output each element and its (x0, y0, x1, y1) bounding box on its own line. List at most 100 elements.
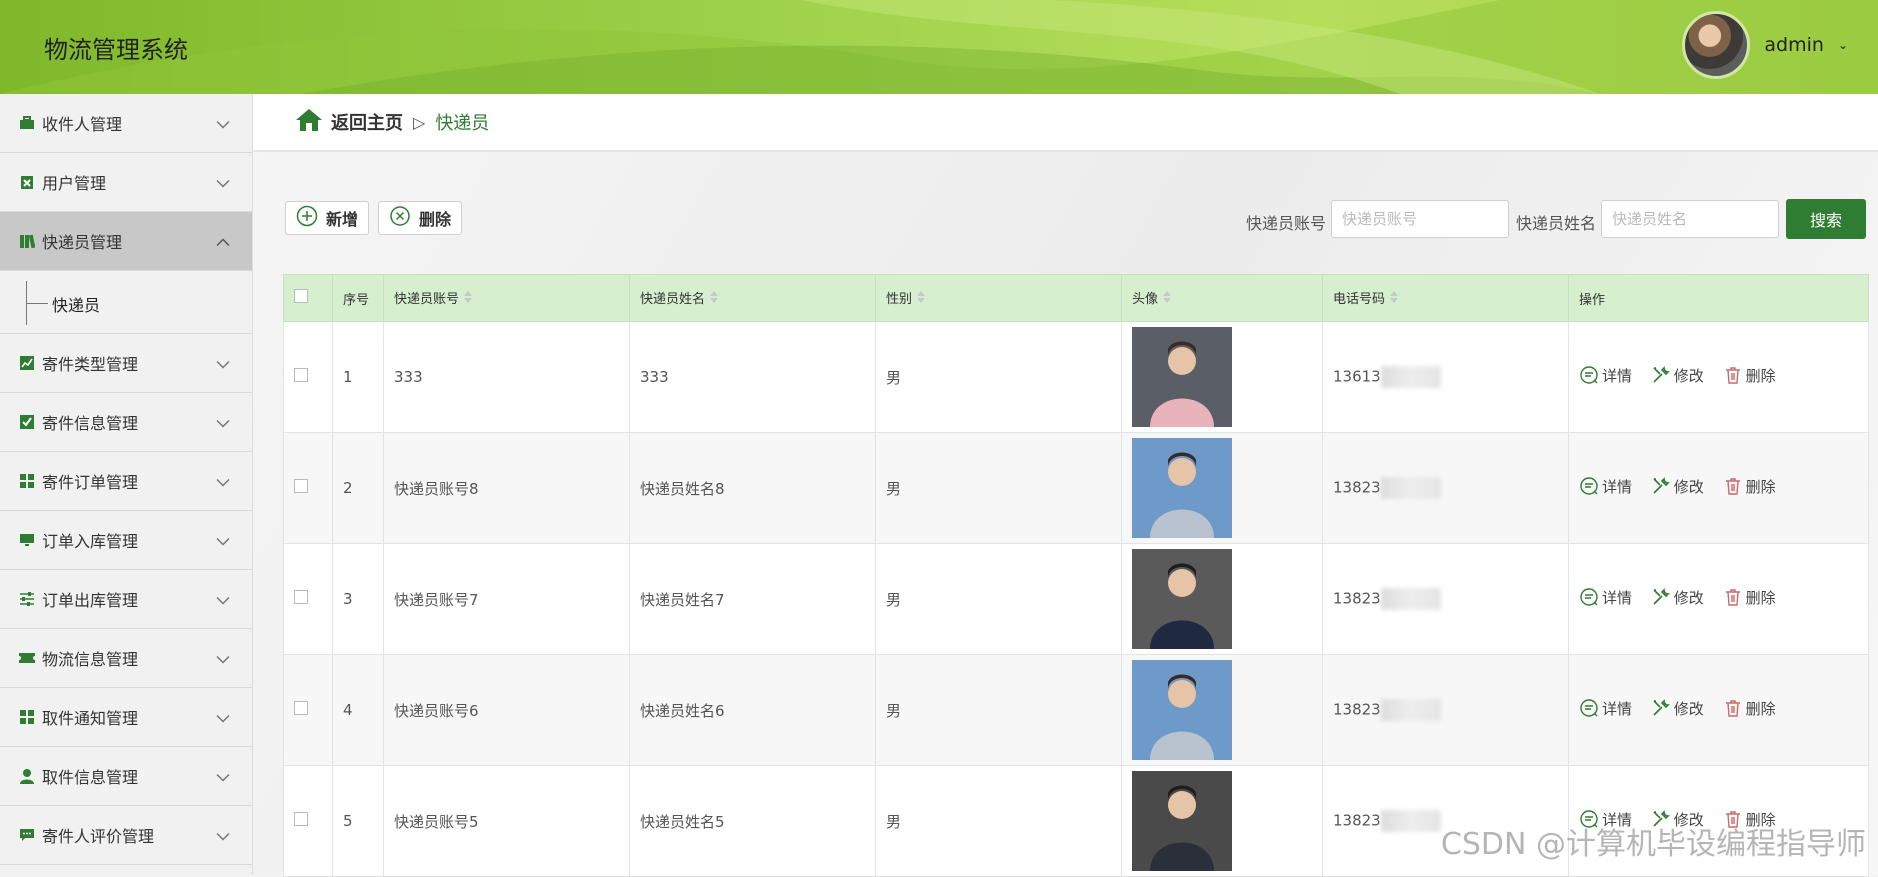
edit-button[interactable]: 修改 (1651, 698, 1704, 719)
row-delete-label: 删除 (1745, 588, 1776, 607)
detail-icon (1580, 477, 1598, 495)
row-name: 快递员姓名8 (629, 432, 876, 544)
breadcrumb-separator: ▷ (413, 112, 426, 132)
breadcrumb: 返回主页 ▷ 快递员 (253, 94, 1878, 152)
table-header-row: 序号 快递员账号 快递员姓名 性别 头像 电话号码 操作 (283, 274, 1869, 322)
col-gender-label: 性别 (886, 291, 913, 307)
row-delete-label: 删除 (1745, 699, 1776, 718)
chevron-down-icon (216, 531, 230, 550)
sidebar-submenu-courier: 快递员 (0, 271, 252, 334)
add-button[interactable]: 新增 (285, 201, 370, 235)
sidebar-item-shipment-order[interactable]: 寄件订单管理 (0, 452, 252, 511)
col-avatar-label: 头像 (1132, 291, 1159, 307)
row-checkbox[interactable] (294, 368, 308, 382)
delete-button[interactable]: 删除 (378, 201, 463, 235)
table-row: 3 快递员账号7 快递员姓名7 男 13823 详情 修改 删除 (283, 543, 1869, 655)
breadcrumb-current: 快递员 (435, 113, 490, 134)
row-phone: 13823 (1333, 811, 1381, 830)
sidebar-item-pickup-info[interactable]: 取件信息管理 (0, 747, 252, 806)
row-checkbox[interactable] (294, 812, 308, 826)
row-name: 快递员姓名7 (629, 543, 876, 655)
col-phone[interactable]: 电话号码 (1322, 274, 1569, 322)
search-button[interactable]: 搜索 (1786, 199, 1866, 239)
row-avatar-cell (1121, 765, 1323, 877)
col-no: 序号 (332, 274, 384, 322)
row-phone-cell: 13823 (1322, 432, 1569, 544)
edit-label: 修改 (1673, 366, 1704, 385)
row-account: 快递员账号5 (383, 765, 630, 877)
user-name[interactable]: admin (1764, 34, 1824, 56)
detail-icon (1580, 588, 1598, 606)
sidebar-subitem-courier[interactable]: 快递员 (52, 292, 100, 316)
briefcase-icon (18, 114, 36, 132)
edit-button[interactable]: 修改 (1651, 587, 1704, 608)
breadcrumb-home-link[interactable]: 返回主页 (331, 109, 403, 135)
chevron-down-icon (216, 173, 230, 192)
detail-label: 详情 (1602, 588, 1633, 607)
courier-account-input[interactable] (1331, 200, 1509, 238)
detail-icon (1580, 699, 1598, 717)
sort-icon[interactable] (709, 290, 719, 308)
courier-name-input[interactable] (1601, 200, 1779, 238)
edit-label: 修改 (1673, 477, 1704, 496)
row-delete-button[interactable]: 删除 (1723, 476, 1776, 497)
avatar[interactable] (1682, 11, 1751, 79)
sort-icon[interactable] (916, 290, 926, 308)
sidebar-item-users[interactable]: 用户管理 (0, 153, 252, 212)
sidebar-item-label: 用户管理 (42, 174, 107, 193)
sidebar-item-order-inbound[interactable]: 订单入库管理 (0, 511, 252, 570)
sidebar-item-label: 物流信息管理 (42, 650, 139, 669)
sidebar-item-order-outbound[interactable]: 订单出库管理 (0, 570, 252, 629)
sidebar-item-pickup-notice[interactable]: 取件通知管理 (0, 688, 252, 747)
courier-table: 序号 快递员账号 快递员姓名 性别 头像 电话号码 操作 1 333 333 男… (283, 274, 1869, 877)
row-phone: 13823 (1333, 478, 1381, 497)
wrench-icon (1653, 588, 1670, 605)
row-gender: 男 (875, 321, 1122, 433)
user-menu[interactable]: admin ⌄ (1682, 11, 1848, 79)
sort-icon[interactable] (463, 290, 473, 308)
detail-button[interactable]: 详情 (1579, 698, 1632, 719)
courier-photo (1132, 549, 1232, 649)
row-account: 快递员账号6 (383, 654, 630, 766)
detail-button[interactable]: 详情 (1579, 476, 1632, 497)
col-gender[interactable]: 性别 (875, 274, 1122, 322)
top-header: 物流管理系统 admin ⌄ (0, 0, 1878, 94)
sidebar-item-shipment-type[interactable]: 寄件类型管理 (0, 334, 252, 393)
edit-button[interactable]: 修改 (1651, 365, 1704, 386)
edit-button[interactable]: 修改 (1651, 476, 1704, 497)
row-checkbox[interactable] (294, 479, 308, 493)
chevron-down-icon (216, 767, 230, 786)
row-delete-button[interactable]: 删除 (1723, 698, 1776, 719)
col-avatar[interactable]: 头像 (1121, 274, 1323, 322)
row-delete-button[interactable]: 删除 (1723, 587, 1776, 608)
courier-photo (1132, 438, 1232, 538)
detail-button[interactable]: 详情 (1579, 365, 1632, 386)
sidebar-item-label: 订单入库管理 (42, 532, 139, 551)
sort-icon[interactable] (1389, 290, 1399, 308)
row-checkbox[interactable] (294, 701, 308, 715)
detail-label: 详情 (1602, 699, 1633, 718)
sidebar-item-logistics-info[interactable]: 物流信息管理 (0, 629, 252, 688)
row-phone: 13823 (1333, 700, 1381, 719)
detail-button[interactable]: 详情 (1579, 587, 1632, 608)
row-delete-label: 删除 (1745, 366, 1776, 385)
sidebar-item-sender-review[interactable]: 寄件人评价管理 (0, 806, 252, 865)
sort-icon[interactable] (1162, 290, 1172, 308)
col-account[interactable]: 快递员账号 (383, 274, 630, 322)
chevron-down-icon[interactable]: ⌄ (1838, 38, 1848, 52)
col-name[interactable]: 快递员姓名 (629, 274, 876, 322)
row-select-cell (283, 543, 333, 655)
table-row: 4 快递员账号6 快递员姓名6 男 13823 详情 修改 删除 (283, 654, 1869, 766)
sidebar-item-recipient[interactable]: 收件人管理 (0, 94, 252, 153)
sidebar-item-shipment-info[interactable]: 寄件信息管理 (0, 393, 252, 452)
row-checkbox[interactable] (294, 590, 308, 604)
chevron-up-icon (216, 232, 230, 251)
sidebar-item-courier[interactable]: 快递员管理 (0, 212, 252, 271)
row-phone-cell: 13823 (1322, 543, 1569, 655)
select-all-checkbox[interactable] (294, 289, 308, 303)
row-actions: 详情 修改 删除 (1568, 432, 1869, 544)
home-icon[interactable] (295, 108, 323, 137)
row-delete-button[interactable]: 删除 (1723, 365, 1776, 386)
row-account: 333 (383, 321, 630, 433)
detail-icon (1580, 366, 1598, 384)
